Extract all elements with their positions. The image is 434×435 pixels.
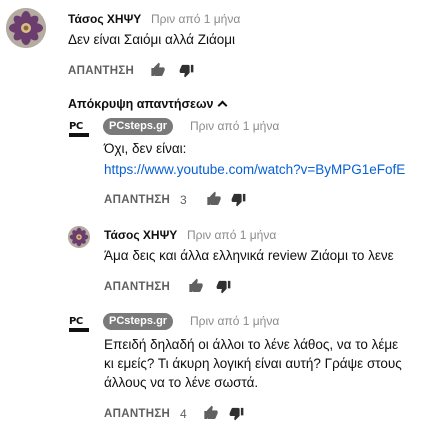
reply-timestamp[interactable]: Πριν από 1 μήνα (190, 314, 279, 328)
pcsteps-avatar[interactable]: PC (69, 119, 91, 141)
reply-button[interactable]: ΑΠΑΝΤΗΣΗ (104, 281, 170, 293)
avatar[interactable] (68, 226, 90, 248)
avatar[interactable] (6, 8, 46, 48)
reply-text: Άμα δεις και άλλα ελληνικά review Ζιάομι… (104, 248, 394, 263)
author-chip[interactable]: PCsteps.gr (103, 313, 174, 330)
pc-logo-text: PC (69, 121, 83, 132)
thumbs-up-icon[interactable] (206, 191, 222, 207)
like-count: 3 (180, 193, 187, 207)
hide-replies-toggle[interactable]: Απόκρυψη απαντήσεων (68, 97, 227, 111)
thumbs-down-icon[interactable] (231, 192, 246, 207)
comment-author[interactable]: Τάσος ΧΗΨΥ (68, 12, 141, 26)
reply-text-line: Επειδή δηλαδή οι άλλοι το λένε λάθος, να… (104, 337, 399, 352)
reply-text-line: κι εμείς? Τι άκυρη λογική είναι αυτή? Γρ… (104, 356, 402, 371)
pc-logo-text: PC (69, 316, 83, 327)
flower-avatar-icon (6, 8, 46, 48)
comment-timestamp[interactable]: Πριν από 1 μήνα (151, 12, 240, 26)
pc-logo-bar (69, 328, 89, 332)
hide-replies-label: Απόκρυψη απαντήσεων (68, 97, 214, 111)
reply-text: Όχι, δεν είναι: (104, 141, 187, 156)
reply-text-line: άλλους να το λένε σωστά. (104, 375, 259, 390)
like-count: 4 (180, 407, 187, 421)
reply-timestamp[interactable]: Πριν από 1 μήνα (190, 119, 279, 133)
pcsteps-avatar[interactable]: PC (69, 314, 91, 336)
flower-avatar-icon (68, 226, 90, 248)
reply-button[interactable]: ΑΠΑΝΤΗΣΗ (68, 65, 134, 77)
reply-link[interactable]: https://www.youtube.com/watch?v=ByMPG1eF… (104, 160, 405, 180)
reply-timestamp[interactable]: Πριν από 1 μήνα (187, 228, 276, 242)
thumbs-up-icon[interactable] (188, 278, 204, 294)
thumbs-up-icon[interactable] (150, 62, 166, 78)
author-chip[interactable]: PCsteps.gr (103, 118, 174, 135)
reply-button[interactable]: ΑΠΑΝΤΗΣΗ (104, 408, 170, 420)
thumbs-up-icon[interactable] (203, 405, 219, 421)
pc-logo-bar (69, 133, 89, 137)
thumbs-down-icon[interactable] (179, 63, 194, 78)
comment-text: Δεν είναι Σαιόμι αλλά Ζιάομι (68, 32, 236, 47)
reply-button[interactable]: ΑΠΑΝΤΗΣΗ (104, 194, 170, 206)
thumbs-down-icon[interactable] (216, 279, 231, 294)
thumbs-down-icon[interactable] (229, 406, 244, 421)
chevron-up-icon (217, 100, 227, 111)
reply-author[interactable]: Τάσος ΧΗΨΥ (104, 228, 177, 242)
